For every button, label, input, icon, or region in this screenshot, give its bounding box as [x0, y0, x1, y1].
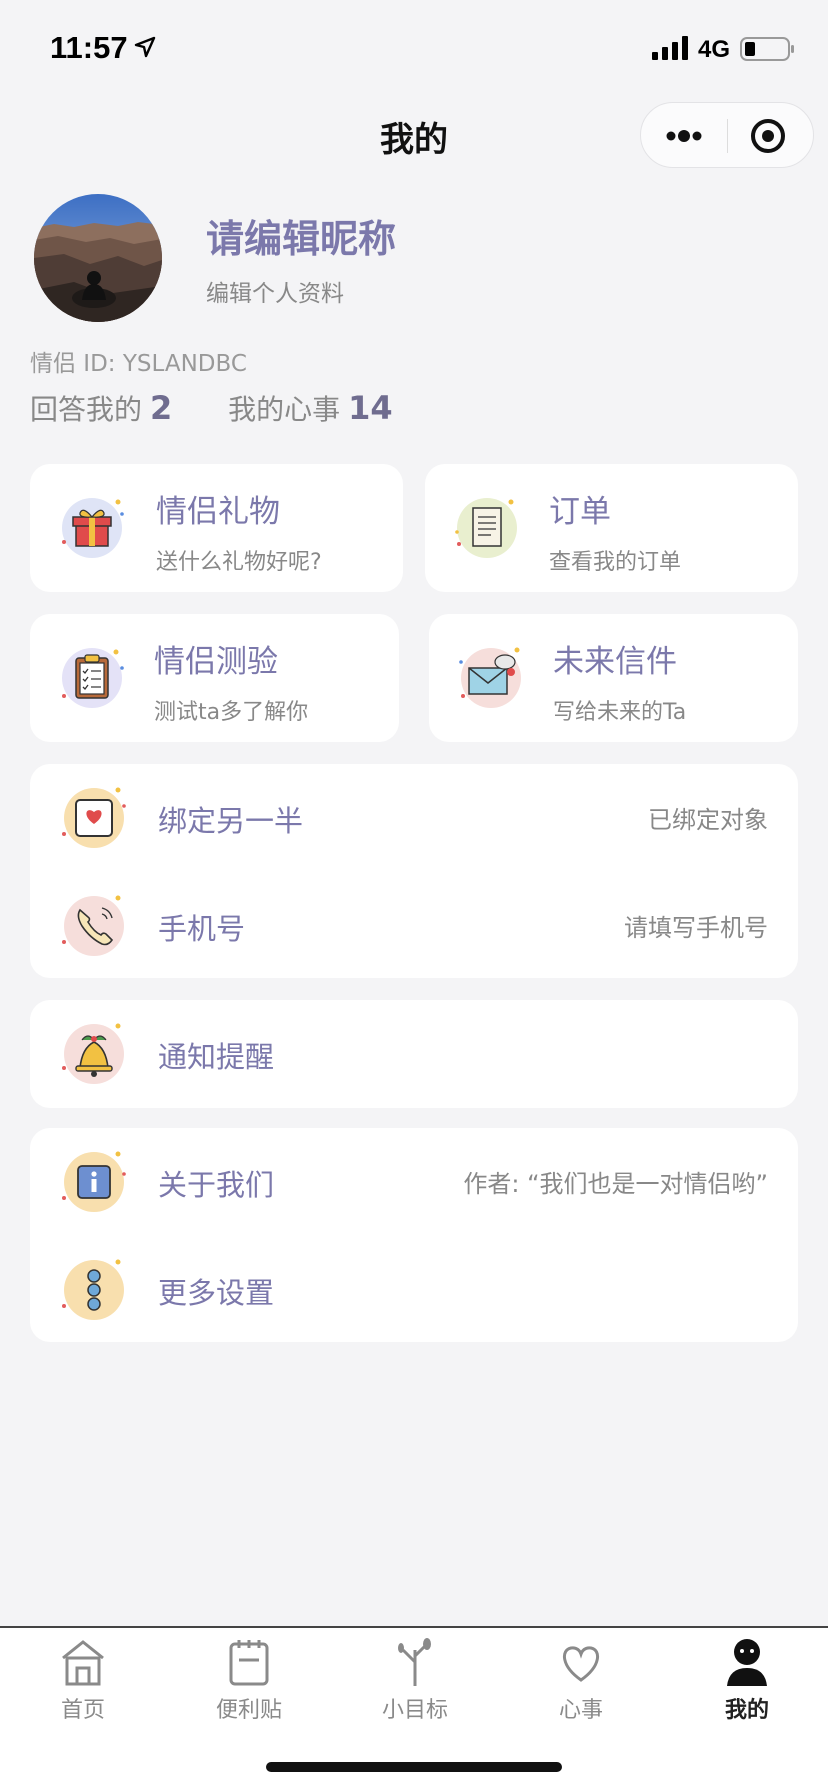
- receipt-icon: [455, 498, 517, 558]
- list-item-label: 通知提醒: [158, 1040, 275, 1074]
- tile-subtitle: 送什么礼物好呢?: [156, 550, 322, 575]
- avatar-landscape-image: [34, 194, 162, 322]
- status-time: 11:57: [50, 30, 128, 65]
- tile-subtitle: 查看我的订单: [549, 550, 682, 575]
- tile-title: 情侣礼物: [156, 494, 280, 530]
- close-mini-program-button[interactable]: [728, 103, 814, 169]
- envelope-icon: [459, 647, 521, 708]
- bell-icon: [62, 1023, 124, 1084]
- edit-profile-link[interactable]: 编辑个人资料: [206, 274, 344, 308]
- list-item-value: 作者: “我们也是一对情侣哟”: [463, 1170, 768, 1198]
- list-item-phone[interactable]: 手机号 请填写手机号: [30, 872, 798, 980]
- tile-future-letter[interactable]: 未来信件 写给未来的Ta: [429, 614, 798, 742]
- tile-couple-gift[interactable]: 情侣礼物 送什么礼物好呢?: [30, 464, 403, 592]
- tile-subtitle: 写给未来的Ta: [553, 700, 687, 725]
- tab-label: 首页: [60, 1698, 105, 1723]
- list-item-bind-partner[interactable]: 绑定另一半 已绑定对象: [30, 764, 798, 872]
- more-dots-horizontal-icon: [666, 130, 702, 142]
- answered-stat[interactable]: 回答我的 2: [30, 389, 172, 427]
- nickname[interactable]: 请编辑昵称: [206, 208, 396, 263]
- more-dots-icon: [62, 1259, 124, 1320]
- about-list-card: 关于我们 作者: “我们也是一对情侣哟” 更多设置: [30, 1128, 798, 1342]
- list-item-label: 绑定另一半: [158, 804, 304, 838]
- tab-notes[interactable]: 便利贴: [166, 1628, 332, 1738]
- more-options-button[interactable]: [641, 103, 727, 169]
- tile-title: 情侣测验: [154, 644, 278, 680]
- phone-icon: [62, 895, 124, 956]
- tile-orders[interactable]: 订单 查看我的订单: [425, 464, 798, 592]
- tab-home[interactable]: 首页: [0, 1628, 166, 1738]
- network-type: 4G: [698, 36, 731, 63]
- list-item-about-us[interactable]: 关于我们 作者: “我们也是一对情侣哟”: [30, 1128, 798, 1236]
- tab-label: 心事: [558, 1698, 603, 1723]
- tile-title: 订单: [549, 494, 611, 530]
- list-item-value: 请填写手机号: [624, 914, 768, 942]
- tab-mine[interactable]: 我的: [664, 1628, 828, 1738]
- tab-label: 我的: [724, 1698, 769, 1723]
- notepad-icon: [229, 1640, 269, 1686]
- gift-icon: [62, 498, 124, 558]
- list-item-value: 已绑定对象: [648, 806, 768, 834]
- home-indicator: [266, 1762, 562, 1772]
- couple-id: 情侣 ID: YSLANDBC: [30, 351, 247, 377]
- secrets-label: 我的心事: [228, 393, 341, 426]
- secrets-stat[interactable]: 我的心事 14: [228, 389, 393, 427]
- list-item-label: 关于我们: [158, 1168, 275, 1202]
- account-list-card: 绑定另一半 已绑定对象 手机号 请填写手机号: [30, 764, 798, 978]
- tile-subtitle: 测试ta多了解你: [154, 700, 309, 725]
- list-item-label: 更多设置: [158, 1276, 275, 1310]
- tab-secrets[interactable]: 心事: [498, 1628, 664, 1738]
- signal-icon: [652, 36, 688, 60]
- sprout-icon: [398, 1638, 431, 1686]
- battery-icon: [740, 37, 794, 61]
- tab-label: 便利贴: [215, 1698, 282, 1723]
- tile-title: 未来信件: [553, 644, 677, 680]
- profile-stats: 回答我的 2 我的心事 14: [30, 388, 393, 428]
- list-item-more-settings[interactable]: 更多设置: [30, 1236, 798, 1344]
- answered-label: 回答我的: [30, 393, 143, 426]
- status-bar: 11:57 4G: [0, 0, 828, 96]
- info-icon: [62, 1151, 126, 1212]
- notification-list-card: 通知提醒: [30, 1000, 798, 1108]
- tile-couple-quiz[interactable]: 情侣测验 测试ta多了解你: [30, 614, 399, 742]
- heart-frame-icon: [62, 787, 126, 848]
- tab-label: 小目标: [381, 1698, 448, 1723]
- list-item-notifications[interactable]: 通知提醒: [30, 1000, 798, 1108]
- clipboard-icon: [62, 648, 124, 708]
- list-item-label: 手机号: [158, 912, 246, 946]
- user-icon: [727, 1639, 767, 1686]
- location-arrow-icon: [134, 36, 156, 58]
- avatar[interactable]: [34, 194, 162, 322]
- answered-count: 2: [150, 389, 173, 427]
- target-close-icon: [751, 119, 785, 153]
- tab-goals[interactable]: 小目标: [332, 1628, 498, 1738]
- heart-icon: [562, 1646, 600, 1682]
- secrets-count: 14: [348, 389, 393, 427]
- home-icon: [62, 1640, 104, 1686]
- mini-program-capsule: [640, 102, 814, 168]
